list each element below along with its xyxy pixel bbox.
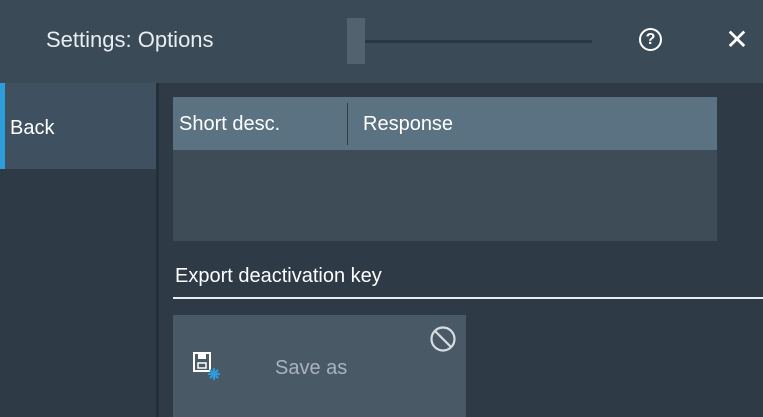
settings-options-dialog: Settings: Options ? ✕ Back Short desc. R…: [0, 0, 763, 417]
back-button[interactable]: Back: [0, 83, 156, 169]
drag-handle[interactable]: [347, 18, 365, 64]
section-divider: [173, 297, 763, 299]
back-label: Back: [10, 117, 55, 139]
column-header-response[interactable]: Response: [363, 113, 453, 136]
main-panel: Short desc. Response Export deactivation…: [159, 83, 763, 417]
help-icon[interactable]: ?: [639, 28, 662, 51]
sidebar: Back: [0, 83, 158, 417]
options-table[interactable]: Short desc. Response: [173, 97, 717, 241]
save-as-button[interactable]: Save as: [173, 315, 466, 417]
column-separator[interactable]: [347, 103, 348, 145]
disabled-icon: [430, 326, 456, 352]
save-as-label: Save as: [275, 357, 348, 379]
window-title: Settings: Options: [46, 27, 214, 52]
drag-track: [347, 40, 592, 43]
section-title-export: Export deactivation key: [175, 265, 382, 287]
column-header-short-desc[interactable]: Short desc.: [179, 113, 280, 136]
close-icon[interactable]: ✕: [722, 23, 752, 57]
title-bar: Settings: Options ? ✕: [0, 0, 763, 83]
table-header: Short desc. Response: [173, 97, 717, 150]
save-file-icon: [193, 352, 221, 381]
